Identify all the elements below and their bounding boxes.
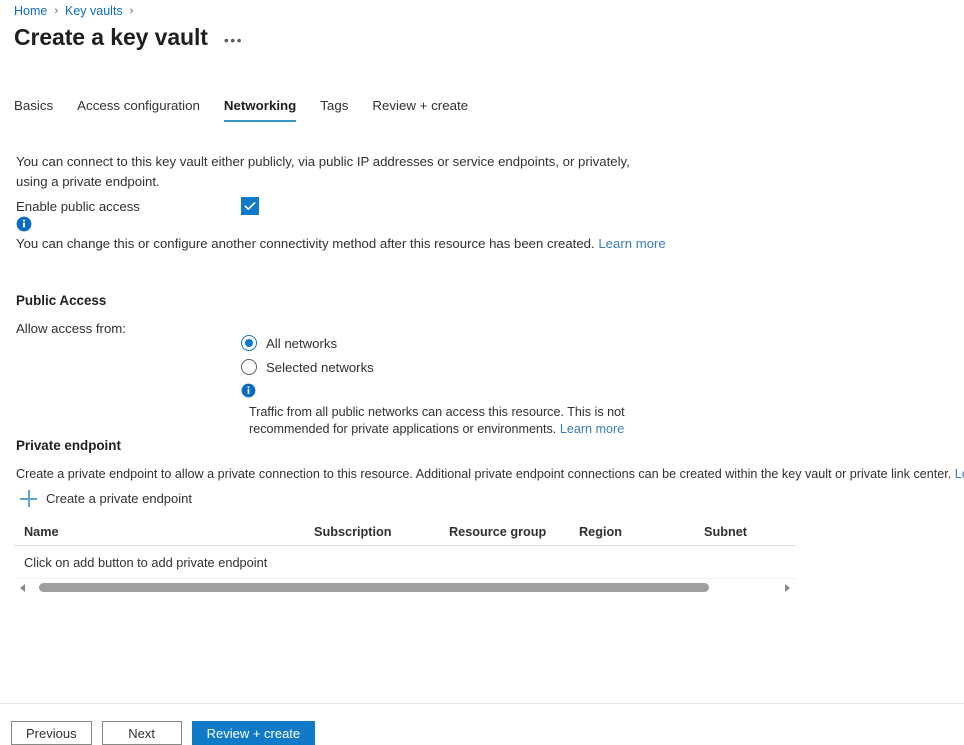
table-column-resource-group[interactable]: Resource group	[439, 525, 569, 539]
private-endpoint-description: Create a private endpoint to allow a pri…	[16, 465, 964, 483]
previous-button[interactable]: Previous	[11, 721, 92, 745]
breadcrumb: Home › Key vaults ›	[14, 0, 140, 22]
tab-tags[interactable]: Tags	[308, 98, 360, 122]
public-access-change-note: You can change this or configure another…	[16, 235, 666, 253]
radio-all-networks-indicator	[241, 335, 257, 351]
public-access-learn-more-link[interactable]: Learn more	[598, 236, 665, 251]
enable-public-access-label: Enable public access	[16, 199, 140, 214]
wizard-tabs: Basics Access configuration Networking T…	[14, 98, 480, 122]
table-column-subnet[interactable]: Subnet	[694, 525, 796, 539]
more-options-icon[interactable]: •••	[224, 33, 243, 47]
radio-all-networks-label: All networks	[266, 336, 337, 351]
radio-selected-networks[interactable]: Selected networks	[241, 355, 374, 379]
breadcrumb-separator-icon: ›	[54, 6, 58, 17]
review-create-button[interactable]: Review + create	[192, 721, 316, 745]
radio-selected-networks-label: Selected networks	[266, 360, 374, 375]
footer-separator	[0, 703, 964, 704]
enable-public-access-checkbox[interactable]	[241, 197, 259, 215]
radio-all-networks[interactable]: All networks	[241, 331, 374, 355]
table-column-name[interactable]: Name	[14, 525, 304, 539]
radio-selected-networks-indicator	[241, 359, 257, 375]
all-networks-learn-more-link[interactable]: Learn more	[560, 422, 624, 436]
private-endpoint-learn-more-link[interactable]: Learn more	[955, 467, 964, 481]
table-empty-row: Click on add button to add private endpo…	[14, 546, 796, 579]
title-row: Create a key vault •••	[14, 22, 243, 52]
networking-intro-text: You can connect to this key vault either…	[16, 152, 646, 192]
chevron-left-icon[interactable]	[14, 579, 31, 596]
wizard-footer: Previous Next Review + create	[11, 721, 315, 745]
table-column-subscription[interactable]: Subscription	[304, 525, 439, 539]
chevron-right-icon[interactable]	[779, 579, 796, 596]
info-icon	[16, 216, 32, 237]
all-networks-warning-note: Traffic from all public networks can acc…	[241, 382, 691, 439]
checkmark-icon	[242, 198, 258, 214]
breadcrumb-item-key-vaults[interactable]: Key vaults	[65, 4, 123, 18]
public-access-change-note-text: You can change this or configure another…	[16, 236, 595, 251]
info-icon	[241, 383, 256, 404]
public-access-info-icon-row	[16, 216, 716, 237]
breadcrumb-separator-icon: ›	[130, 6, 134, 17]
create-private-endpoint-button[interactable]: Create a private endpoint	[20, 490, 192, 507]
plus-icon	[20, 490, 37, 507]
create-private-endpoint-label: Create a private endpoint	[46, 491, 192, 506]
table-column-region[interactable]: Region	[569, 525, 694, 539]
public-access-heading: Public Access	[16, 293, 106, 308]
tab-networking[interactable]: Networking	[212, 98, 308, 122]
scrollbar-track[interactable]	[31, 579, 779, 596]
tab-review-create[interactable]: Review + create	[360, 98, 480, 122]
table-horizontal-scrollbar[interactable]	[14, 578, 796, 596]
breadcrumb-item-home[interactable]: Home	[14, 4, 47, 18]
allow-access-from-label: Allow access from:	[16, 321, 126, 336]
private-endpoint-heading: Private endpoint	[16, 438, 121, 453]
tab-access-configuration[interactable]: Access configuration	[65, 98, 212, 122]
private-endpoint-table: Name Subscription Resource group Region …	[14, 519, 796, 579]
tab-basics[interactable]: Basics	[14, 98, 65, 122]
allow-access-from-radio-group: All networks Selected networks	[241, 331, 374, 379]
scrollbar-thumb[interactable]	[39, 583, 709, 592]
private-endpoint-description-text: Create a private endpoint to allow a pri…	[16, 467, 951, 481]
page-title: Create a key vault	[14, 22, 208, 52]
table-empty-message: Click on add button to add private endpo…	[24, 555, 267, 570]
next-button[interactable]: Next	[102, 721, 182, 745]
table-header-row: Name Subscription Resource group Region …	[14, 519, 796, 546]
